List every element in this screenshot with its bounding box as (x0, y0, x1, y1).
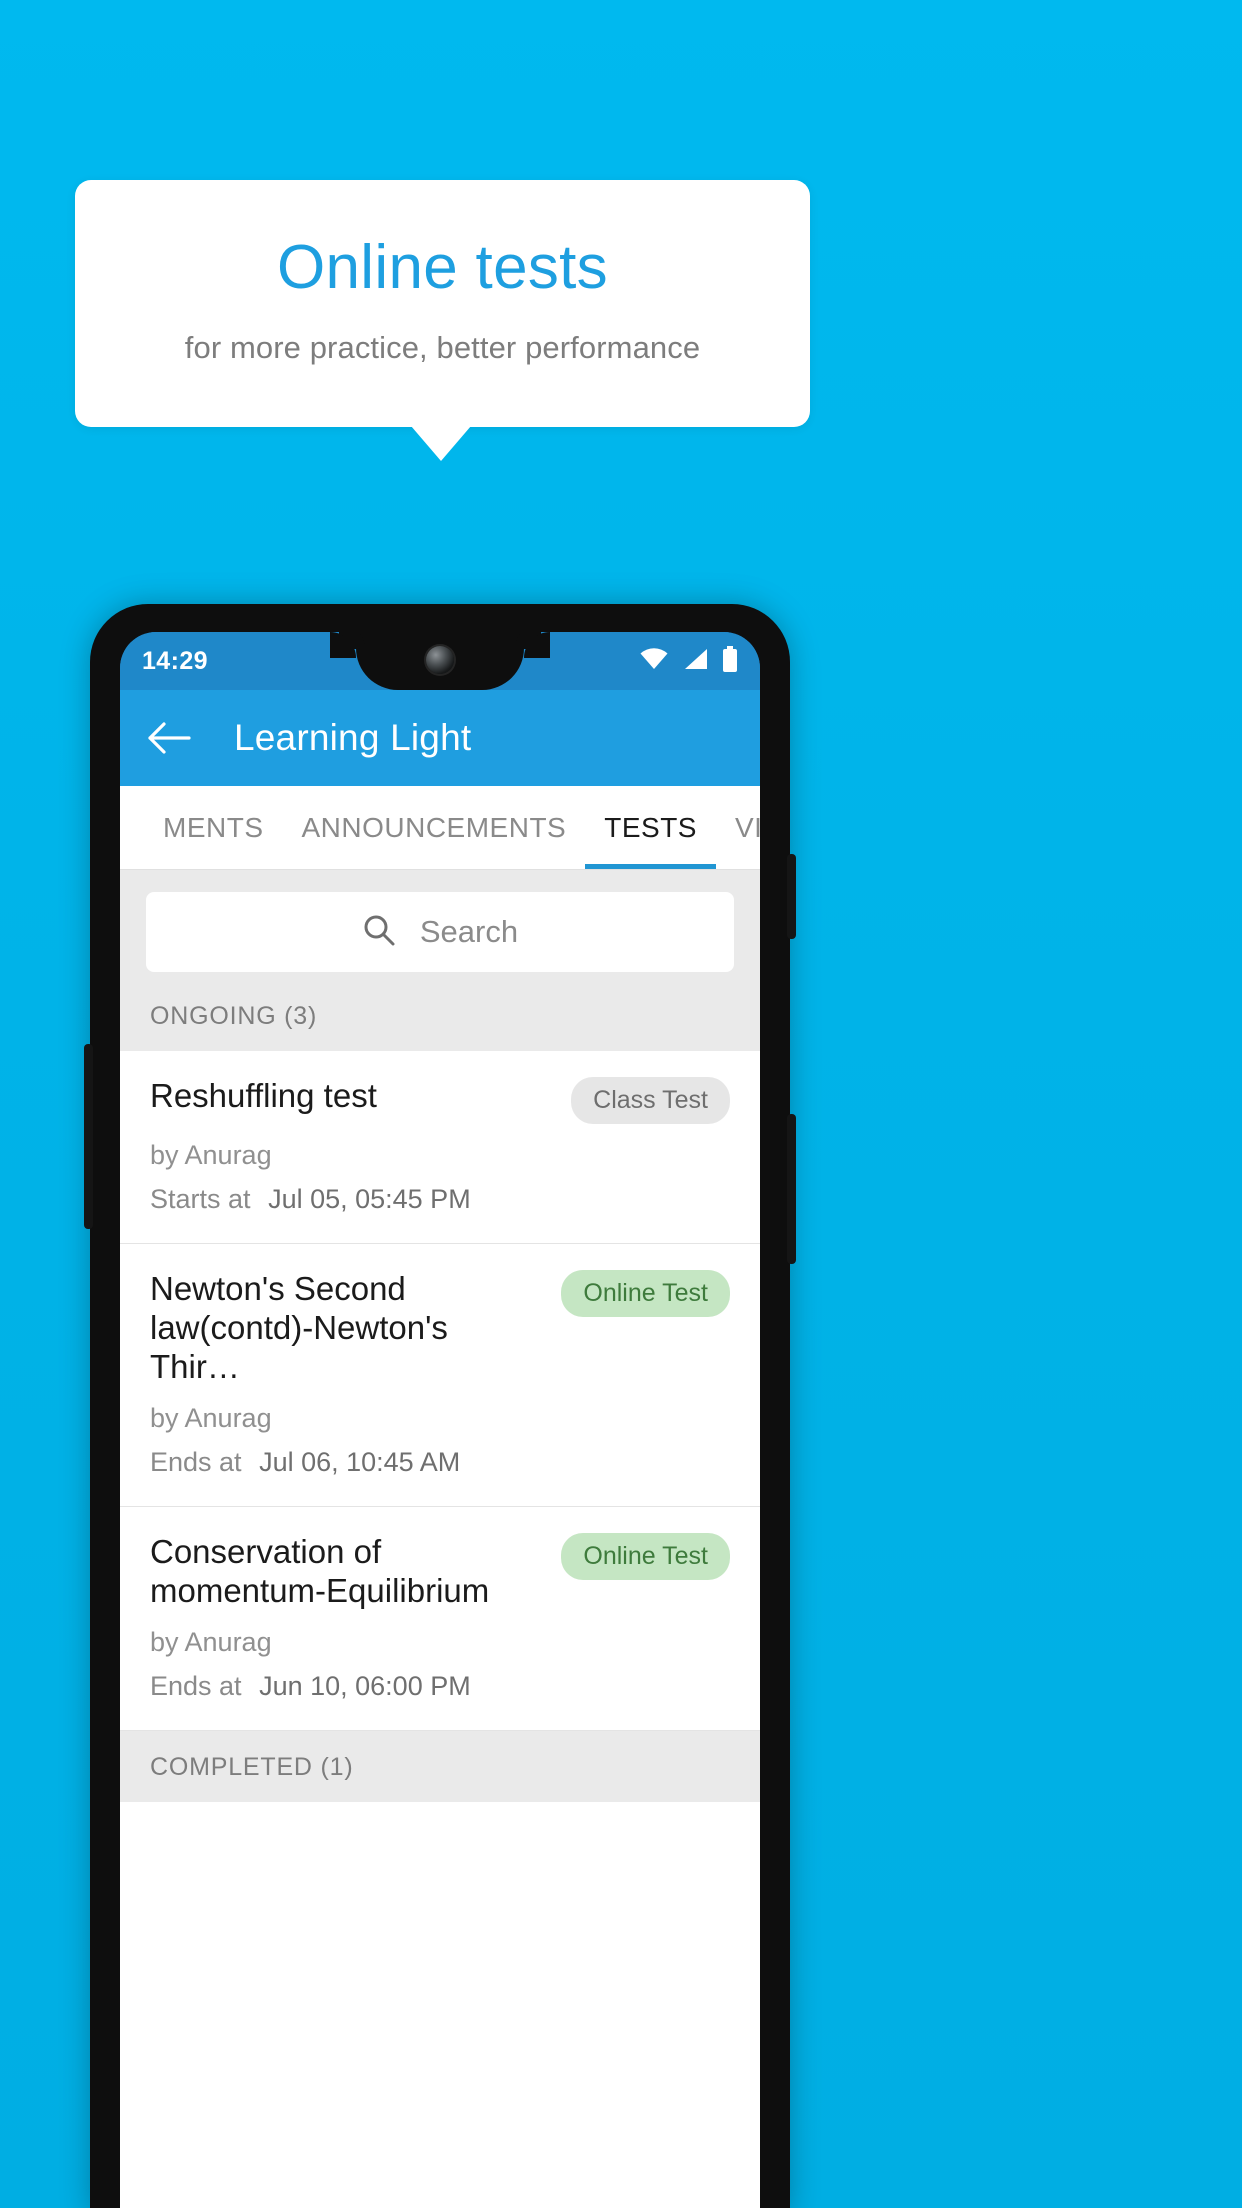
section-header-completed: COMPLETED (1) (120, 1730, 760, 1802)
tab-announcements[interactable]: ANNOUNCEMENTS (283, 786, 586, 869)
test-author: by Anurag (150, 1402, 272, 1433)
status-time: 14:29 (142, 646, 208, 675)
search-placeholder: Search (419, 914, 519, 949)
search-bar-container: Search (120, 870, 760, 996)
test-schedule-value: Jul 06, 10:45 AM (259, 1446, 461, 1477)
test-schedule: Starts at Jul 05, 05:45 PM (150, 1184, 730, 1215)
tab-videos[interactable]: VIDEOS (716, 786, 760, 869)
test-schedule: Ends at Jul 06, 10:45 AM (150, 1447, 730, 1478)
section-header-ongoing: ONGOING (3) (120, 996, 760, 1051)
promo-callout-card: Online tests for more practice, better p… (75, 180, 810, 427)
status-icons (639, 645, 738, 677)
test-title: Newton's Second law(contd)-Newton's Thir… (150, 1270, 448, 1385)
test-list-item[interactable]: Conservation of momentum-Equilibrium Onl… (120, 1506, 760, 1731)
phone-mockup: 14:29 Learning Light MENTS ANNOUNCEMENTS… (84, 604, 796, 2208)
app-bar: Learning Light (120, 690, 760, 786)
status-badge: Class Test (571, 1077, 730, 1124)
test-schedule-label: Starts at (150, 1184, 251, 1214)
test-title: Conservation of momentum-Equilibrium (150, 1532, 490, 1609)
search-input[interactable]: Search (146, 892, 734, 972)
front-camera-icon (426, 646, 454, 674)
test-schedule-label: Ends at (150, 1446, 242, 1477)
phone-screen: 14:29 Learning Light MENTS ANNOUNCEMENTS… (120, 632, 760, 2208)
tests-list-content: Search ONGOING (3) Reshuffling test Clas… (120, 870, 760, 2208)
status-badge: Online Test (561, 1532, 730, 1580)
test-schedule-value: Jul 05, 05:45 PM (268, 1184, 471, 1214)
tab-tests[interactable]: TESTS (585, 786, 716, 869)
signal-icon (682, 647, 709, 676)
callout-arrow-icon (411, 426, 471, 461)
test-list-item[interactable]: Reshuffling test Class Test by Anurag St… (120, 1051, 760, 1244)
back-arrow-icon[interactable] (146, 715, 192, 761)
phone-button-left (84, 1044, 93, 1229)
page-title: Learning Light (234, 717, 472, 758)
battery-icon (722, 645, 738, 677)
promo-title: Online tests (277, 232, 608, 302)
status-badge: Online Test (561, 1270, 730, 1317)
test-schedule-value: Jun 10, 06:00 PM (259, 1670, 471, 1701)
test-item-header: Conservation of momentum-Equilibrium Onl… (150, 1532, 730, 1611)
test-author: by Anurag (150, 1140, 272, 1170)
test-schedule-label: Ends at (150, 1670, 242, 1701)
test-item-header: Reshuffling test Class Test (150, 1077, 730, 1124)
wifi-icon (639, 647, 669, 676)
test-title: Reshuffling test (150, 1077, 377, 1114)
tab-bar: MENTS ANNOUNCEMENTS TESTS VIDEOS (120, 786, 760, 870)
test-schedule: Ends at Jun 10, 06:00 PM (150, 1671, 730, 1702)
promo-stage: Online tests for more practice, better p… (0, 0, 1242, 2208)
test-item-header: Newton's Second law(contd)-Newton's Thir… (150, 1270, 730, 1387)
phone-button-right-upper (787, 854, 796, 939)
phone-button-right-lower (787, 1114, 796, 1264)
test-author: by Anurag (150, 1626, 272, 1657)
tab-ments[interactable]: MENTS (144, 786, 283, 869)
promo-subtitle: for more practice, better performance (184, 330, 701, 366)
test-list-item[interactable]: Newton's Second law(contd)-Newton's Thir… (120, 1244, 760, 1507)
search-icon (362, 913, 396, 952)
